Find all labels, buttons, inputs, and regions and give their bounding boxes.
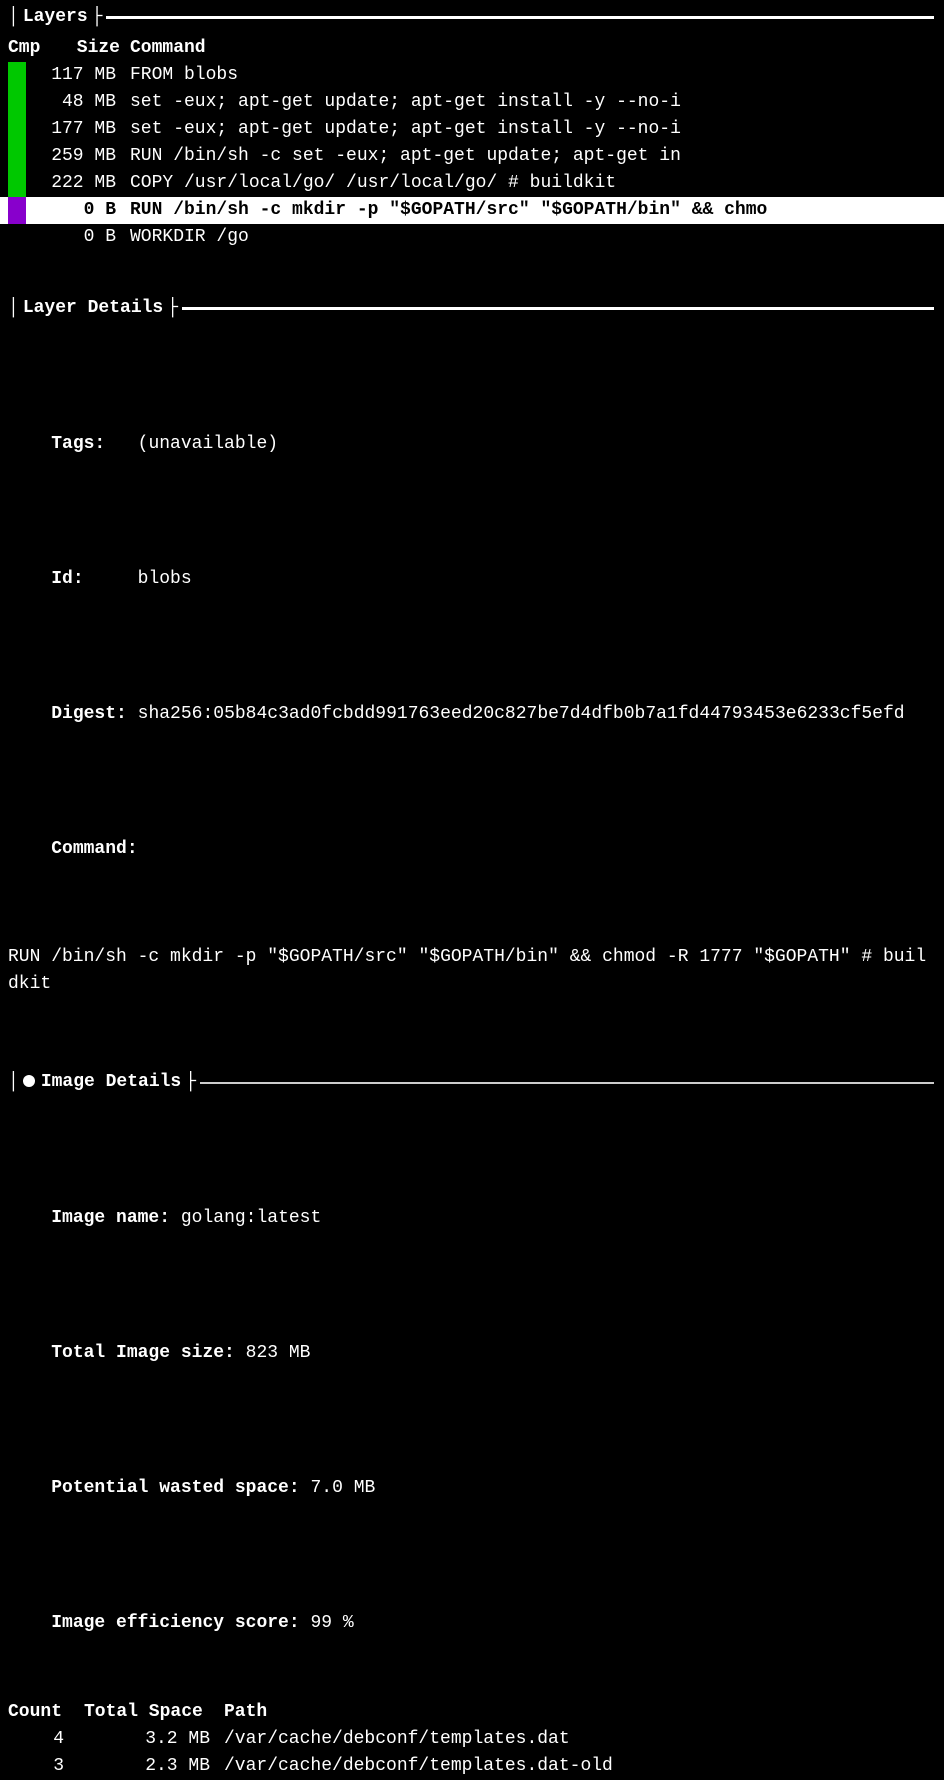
bracket-icon: ├ <box>181 1069 200 1096</box>
image-details-block: Image name: golang:latest Total Image si… <box>0 1116 944 1691</box>
layer-row[interactable]: 117 MBFROM blobs <box>0 62 944 89</box>
layer-row[interactable]: 0 BWORKDIR /go <box>0 224 944 251</box>
cmp-bar-icon <box>8 116 26 143</box>
wcol-header-path: Path <box>224 1699 936 1726</box>
size-cell: 0 B <box>44 224 130 251</box>
command-cell: RUN /bin/sh -c set -eux; apt-get update;… <box>130 143 944 170</box>
command-cell: WORKDIR /go <box>130 224 944 251</box>
tags-label: Tags: <box>51 434 105 454</box>
wasted-count: 4 <box>8 1726 84 1753</box>
layer-row[interactable]: 177 MBset -eux; apt-get update; apt-get … <box>0 116 944 143</box>
wasted-row: 32.3 MB/var/cache/debconf/templates.dat-… <box>8 1753 936 1780</box>
size-cell: 48 MB <box>44 89 130 116</box>
tags-value: (unavailable) <box>138 434 278 454</box>
section-header-layer-details: │ Layer Details ├ <box>0 295 944 322</box>
layers-table: Cmp Size Command 117 MBFROM blobs48 MBse… <box>0 35 944 251</box>
image-name-label: Image name: <box>51 1208 170 1228</box>
layer-row[interactable]: 48 MBset -eux; apt-get update; apt-get i… <box>0 89 944 116</box>
col-header-command: Command <box>130 35 944 62</box>
rule-line <box>106 16 934 19</box>
section-header-image-details: │ Image Details ├ <box>0 1069 944 1096</box>
section-title-layers: Layers <box>23 4 88 31</box>
wasted-space: 2.3 MB <box>84 1753 224 1780</box>
command-cell: set -eux; apt-get update; apt-get instal… <box>130 116 944 143</box>
id-label: Id: <box>51 569 83 589</box>
image-name-value: golang:latest <box>181 1208 321 1228</box>
size-cell: 117 MB <box>44 62 130 89</box>
bracket-icon: ├ <box>163 295 182 322</box>
cmp-cell <box>8 170 44 197</box>
rule-line <box>182 307 934 310</box>
section-title-image-details: Image Details <box>23 1069 181 1096</box>
command-cell: FROM blobs <box>130 62 944 89</box>
wasted-space: 3.2 MB <box>84 1726 224 1753</box>
dot-icon <box>23 1075 35 1087</box>
col-header-size: Size <box>44 35 130 62</box>
command-cell: COPY /usr/local/go/ /usr/local/go/ # bui… <box>130 170 944 197</box>
wasted-table-header: Count Total Space Path <box>8 1699 936 1726</box>
cmp-cell <box>8 224 44 251</box>
cmp-bar-icon <box>8 170 26 197</box>
digest-value: sha256:05b84c3ad0fcbdd991763eed20c827be7… <box>138 704 905 724</box>
cmp-cell <box>8 116 44 143</box>
wcol-header-space: Total Space <box>84 1699 224 1726</box>
command-cell: RUN /bin/sh -c mkdir -p "$GOPATH/src" "$… <box>130 197 944 224</box>
wcol-header-count: Count <box>8 1699 84 1726</box>
wasted-space-table: Count Total Space Path 43.2 MB/var/cache… <box>0 1691 944 1780</box>
command-label: Command: <box>51 839 137 859</box>
section-title-layer-details: Layer Details <box>23 295 163 322</box>
cmp-cell <box>8 143 44 170</box>
efficiency-value: 99 % <box>310 1613 353 1633</box>
size-cell: 222 MB <box>44 170 130 197</box>
size-cell: 177 MB <box>44 116 130 143</box>
bracket-icon: │ <box>0 1069 23 1096</box>
command-value: RUN /bin/sh -c mkdir -p "$GOPATH/src" "$… <box>8 944 936 998</box>
layer-details-block: Tags: (unavailable) Id: blobs Digest: sh… <box>0 342 944 1025</box>
efficiency-label: Image efficiency score: <box>51 1613 299 1633</box>
cmp-cell <box>8 89 44 116</box>
layer-row[interactable]: 259 MBRUN /bin/sh -c set -eux; apt-get u… <box>0 143 944 170</box>
bracket-icon: │ <box>0 4 23 31</box>
cmp-bar-icon <box>8 62 26 89</box>
wasted-row: 43.2 MB/var/cache/debconf/templates.dat <box>8 1726 936 1753</box>
layer-row[interactable]: 222 MBCOPY /usr/local/go/ /usr/local/go/… <box>0 170 944 197</box>
total-size-value: 823 MB <box>246 1343 311 1363</box>
size-cell: 259 MB <box>44 143 130 170</box>
cmp-bar-icon <box>8 89 26 116</box>
wasted-value: 7.0 MB <box>310 1478 375 1498</box>
bracket-icon: │ <box>0 295 23 322</box>
col-header-cmp: Cmp <box>8 35 44 62</box>
digest-label: Digest: <box>51 704 127 724</box>
layers-table-header: Cmp Size Command <box>0 35 944 62</box>
size-cell: 0 B <box>44 197 130 224</box>
total-size-label: Total Image size: <box>51 1343 235 1363</box>
command-cell: set -eux; apt-get update; apt-get instal… <box>130 89 944 116</box>
bracket-icon: ├ <box>88 4 107 31</box>
cmp-cell <box>8 62 44 89</box>
cmp-cell <box>8 197 44 224</box>
wasted-label: Potential wasted space: <box>51 1478 299 1498</box>
cmp-bar-icon <box>8 143 26 170</box>
wasted-count: 3 <box>8 1753 84 1780</box>
cmp-bar-icon <box>8 197 26 224</box>
section-header-layers: │ Layers ├ <box>0 4 944 31</box>
rule-line <box>200 1082 934 1084</box>
wasted-path: /var/cache/debconf/templates.dat-old <box>224 1753 936 1780</box>
layer-row[interactable]: 0 BRUN /bin/sh -c mkdir -p "$GOPATH/src"… <box>0 197 944 224</box>
id-value: blobs <box>138 569 192 589</box>
wasted-path: /var/cache/debconf/templates.dat <box>224 1726 936 1753</box>
